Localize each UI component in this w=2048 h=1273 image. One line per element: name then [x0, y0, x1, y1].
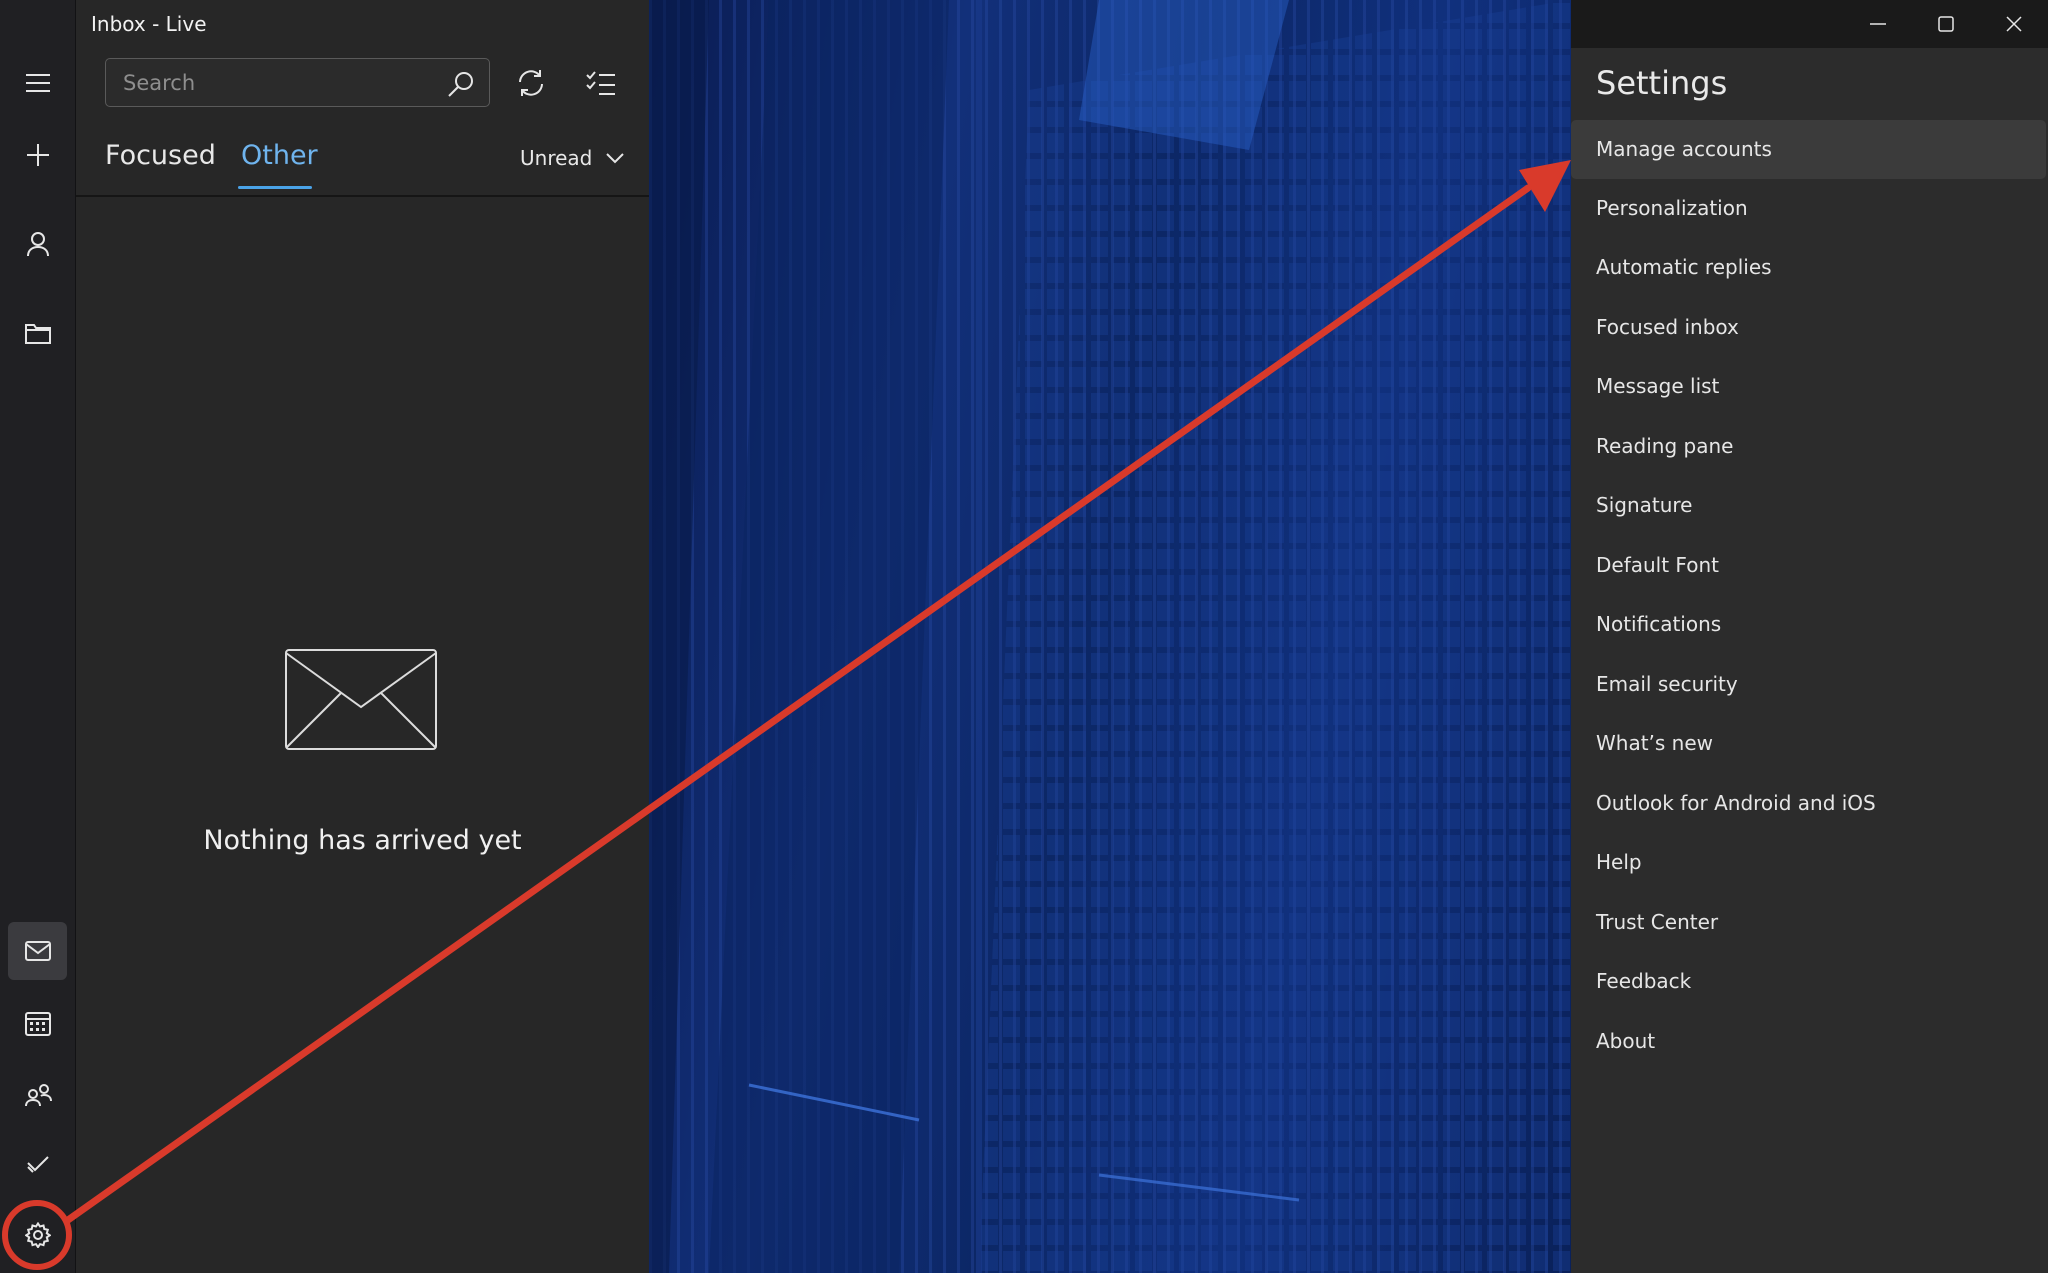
- search-icon[interactable]: [447, 70, 475, 98]
- sync-button[interactable]: [512, 64, 550, 102]
- tab-focused[interactable]: Focused: [105, 140, 216, 171]
- search-box[interactable]: Search: [105, 58, 490, 107]
- plus-icon: [26, 143, 50, 167]
- people-button[interactable]: [8, 1066, 67, 1124]
- maximize-button[interactable]: [1912, 0, 1980, 48]
- mail-icon: [24, 941, 51, 961]
- search-input[interactable]: Search: [123, 71, 195, 95]
- settings-item-outlook-mobile[interactable]: Outlook for Android and iOS: [1571, 774, 2046, 833]
- person-icon: [26, 231, 50, 257]
- settings-item-trust-center[interactable]: Trust Center: [1571, 893, 2046, 952]
- settings-item-reading-pane[interactable]: Reading pane: [1571, 417, 2046, 476]
- settings-panel: Settings Manage accounts Personalization…: [1571, 48, 2048, 1273]
- filter-label: Unread: [520, 146, 593, 170]
- message-list-pane: Inbox - Live Search Focused Other Unread…: [76, 0, 651, 1273]
- settings-item-signature[interactable]: Signature: [1571, 476, 2046, 535]
- window-title: Inbox - Live: [91, 12, 207, 36]
- people-icon: [24, 1083, 52, 1107]
- selected-tab-indicator: [238, 186, 312, 189]
- close-button[interactable]: [1980, 0, 2048, 48]
- empty-state-message: Nothing has arrived yet: [203, 825, 522, 856]
- folder-icon: [24, 322, 51, 344]
- mail-button[interactable]: [8, 922, 67, 980]
- folders-button[interactable]: [8, 304, 67, 362]
- gear-icon: [24, 1222, 51, 1248]
- menu-icon: [25, 73, 51, 93]
- navigation-rail: [0, 0, 76, 1273]
- new-mail-button[interactable]: [8, 126, 67, 184]
- filter-dropdown[interactable]: Unread: [520, 146, 625, 170]
- accounts-button[interactable]: [8, 215, 67, 273]
- window-controls: [1844, 0, 2048, 48]
- maximize-icon: [1938, 16, 1954, 32]
- calendar-icon: [24, 1010, 51, 1036]
- calendar-button[interactable]: [8, 994, 67, 1052]
- minimize-icon: [1870, 23, 1886, 25]
- settings-title: Settings: [1596, 64, 1728, 102]
- selection-mode-button[interactable]: [582, 64, 620, 102]
- envelope-icon: [285, 649, 437, 750]
- settings-item-focused-inbox[interactable]: Focused inbox: [1571, 298, 2046, 357]
- close-icon: [2006, 16, 2022, 32]
- settings-item-feedback[interactable]: Feedback: [1571, 952, 2046, 1011]
- building-illustration: [649, 0, 1571, 1273]
- settings-item-email-security[interactable]: Email security: [1571, 655, 2046, 714]
- sync-icon: [516, 68, 546, 98]
- settings-item-about[interactable]: About: [1571, 1012, 2046, 1071]
- settings-item-message-list[interactable]: Message list: [1571, 357, 2046, 416]
- background-image: [649, 0, 1571, 1273]
- settings-item-personalization[interactable]: Personalization: [1571, 179, 2046, 238]
- chevron-down-icon: [606, 152, 625, 164]
- settings-item-help[interactable]: Help: [1571, 833, 2046, 892]
- menu-button[interactable]: [8, 54, 67, 112]
- settings-item-whats-new[interactable]: What’s new: [1571, 714, 2046, 773]
- minimize-button[interactable]: [1844, 0, 1912, 48]
- settings-item-notifications[interactable]: Notifications: [1571, 595, 2046, 654]
- settings-item-automatic-replies[interactable]: Automatic replies: [1571, 238, 2046, 297]
- todo-button[interactable]: [8, 1135, 67, 1193]
- tab-other[interactable]: Other: [241, 140, 318, 171]
- header-divider: [76, 195, 649, 197]
- checklist-icon: [586, 70, 616, 96]
- settings-item-default-font[interactable]: Default Font: [1571, 536, 2046, 595]
- settings-button[interactable]: [8, 1206, 67, 1264]
- settings-item-manage-accounts[interactable]: Manage accounts: [1571, 120, 2046, 179]
- todo-icon: [26, 1153, 50, 1175]
